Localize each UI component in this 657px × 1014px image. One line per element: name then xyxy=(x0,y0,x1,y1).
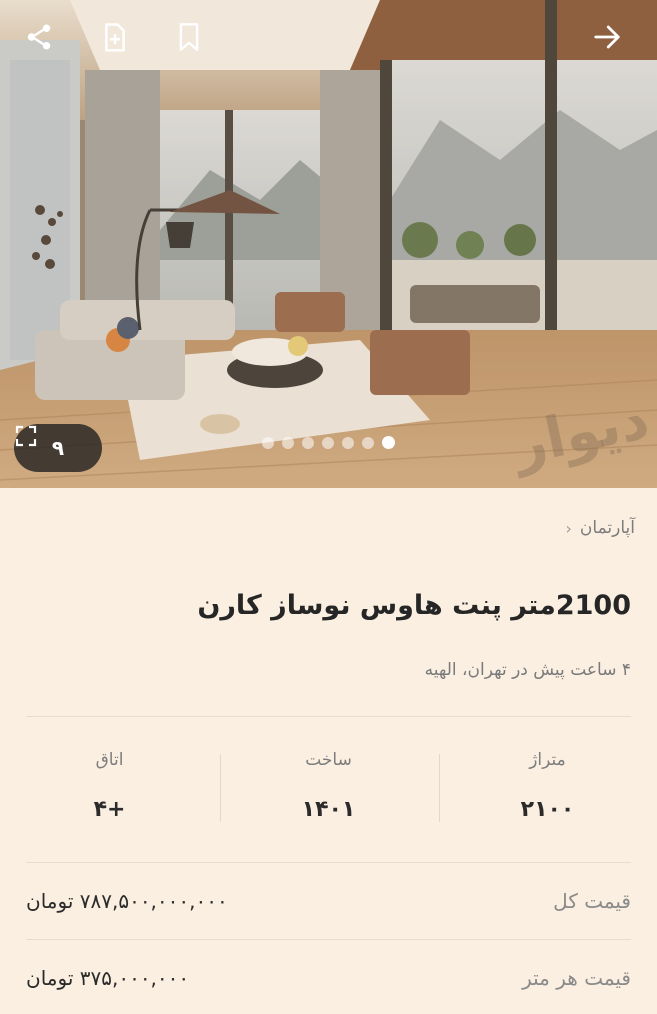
bookmark-button[interactable] xyxy=(176,22,216,62)
stat-value: +۴ xyxy=(93,797,126,822)
stat-area: متراژ ۲۱۰۰ xyxy=(438,750,657,822)
share-icon xyxy=(27,24,51,50)
add-note-button[interactable] xyxy=(100,22,140,62)
total-price-value: ۷۸۷,۵۰۰,۰۰۰,۰۰۰ تومان xyxy=(26,889,228,913)
gallery-count: ۹ xyxy=(51,436,65,460)
carousel-dot[interactable] xyxy=(302,436,314,449)
back-button[interactable] xyxy=(592,22,632,62)
carousel-dot[interactable] xyxy=(282,436,294,449)
breadcrumb-category[interactable]: آپارتمان xyxy=(580,518,635,538)
add-note-icon xyxy=(105,23,125,52)
stat-rooms: اتاق +۴ xyxy=(0,750,219,822)
listing-title: 2100متر پنت هاوس نوساز کارن xyxy=(197,590,631,621)
price-per-meter-label: قیمت هر متر xyxy=(522,966,631,990)
carousel-dot[interactable] xyxy=(322,436,334,449)
back-arrow-icon xyxy=(594,25,620,49)
gallery-count-button[interactable]: ۹ xyxy=(14,424,102,472)
carousel-dot[interactable] xyxy=(362,436,374,449)
chevron-left-icon: ‹ xyxy=(565,518,572,538)
divider xyxy=(26,939,631,940)
stat-year-built: ساخت ۱۴۰۱ xyxy=(219,750,438,822)
stat-label: ساخت xyxy=(305,750,352,770)
listing-time-location: ۴ ساعت پیش در تهران، الهیه xyxy=(424,660,631,680)
stat-divider xyxy=(439,754,440,822)
divider xyxy=(26,716,631,717)
carousel-dot-active[interactable] xyxy=(382,436,395,449)
fullscreen-icon xyxy=(15,425,37,447)
stat-label: اتاق xyxy=(95,750,124,770)
total-price-label: قیمت کل xyxy=(553,889,631,913)
price-per-meter-row: قیمت هر متر ۳۷۵,۰۰۰,۰۰۰ تومان xyxy=(26,958,631,998)
carousel-dot[interactable] xyxy=(262,436,274,449)
listing-photo[interactable]: ۹ دیوار xyxy=(0,0,657,488)
price-per-meter-value: ۳۷۵,۰۰۰,۰۰۰ تومان xyxy=(26,966,190,990)
stat-label: متراژ xyxy=(529,750,566,770)
bookmark-icon xyxy=(179,23,199,51)
carousel-dot[interactable] xyxy=(342,436,354,449)
divider xyxy=(26,862,631,863)
carousel-dots xyxy=(262,436,395,449)
share-button[interactable] xyxy=(24,22,64,62)
total-price-row: قیمت کل ۷۸۷,۵۰۰,۰۰۰,۰۰۰ تومان xyxy=(26,881,631,921)
stat-value: ۲۱۰۰ xyxy=(520,797,575,822)
stat-divider xyxy=(220,754,221,822)
breadcrumb[interactable]: آپارتمان ‹ xyxy=(566,518,635,538)
property-stats: متراژ ۲۱۰۰ ساخت ۱۴۰۱ اتاق +۴ xyxy=(0,750,657,830)
stat-value: ۱۴۰۱ xyxy=(301,797,356,822)
